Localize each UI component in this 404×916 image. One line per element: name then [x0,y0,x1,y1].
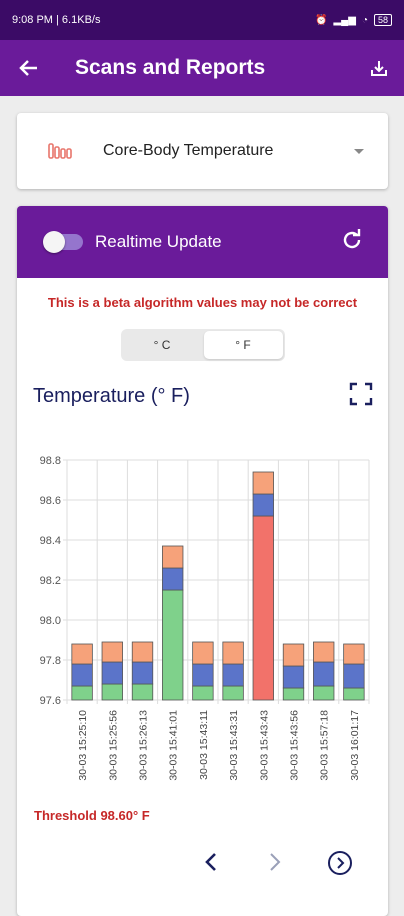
bar-segment-blue [222,663,244,687]
bar-segment-orange [71,643,93,665]
temperature-chart: 97.6 97.8 98.0 98.2 98.4 98.6 98.8 30-03 15:25:… [40,455,370,781]
previous-arrow-icon[interactable] [203,850,219,879]
y-tick-label: 98.4 [40,535,61,547]
threshold-label: Threshold 98.60° F [34,808,150,823]
bar-segment-blue [252,493,274,517]
y-tick-label: 97.6 [40,695,61,707]
metric-selector[interactable]: Core-Body Temperature [17,113,388,189]
battery-icon: 58 [373,14,392,26]
y-tick-label: 98.8 [40,455,61,467]
unit-celsius[interactable]: ° C [123,331,202,359]
app-bar: Scans and Reports [0,40,404,96]
bar-segment-red [252,515,274,701]
bar-segment-orange [222,641,244,665]
bar-segment-orange [131,641,154,663]
x-tick-label: 30-03 15:41:01 [168,710,180,781]
bar-segment-green [282,687,305,701]
x-tick-label: 30-03 15:43:43 [258,710,270,781]
x-tick-label: 30-03 15:43:31 [228,710,240,781]
wifi-icon: ◔ [361,14,368,26]
x-tick-label: 30-03 15:25:10 [77,710,89,781]
bar-segment-blue [282,665,305,689]
bar-segment-green [192,685,214,701]
bar-segment-orange [192,641,214,665]
back-arrow-icon[interactable] [0,58,58,78]
refresh-icon[interactable] [340,228,364,257]
bar-segment-green [313,685,335,701]
x-tick-label: 30-03 15:43:56 [289,710,301,781]
download-icon[interactable] [354,59,404,77]
bar-segment-blue [131,661,154,685]
bar-segment-orange [101,641,123,663]
unit-toggle: ° C ° F [120,329,285,361]
page-title: Scans and Reports [75,56,266,79]
bar-segment-blue [162,567,184,591]
x-tick-label: 30-03 16:01:17 [349,710,361,781]
card-header: Realtime Update [17,206,388,278]
bar-segment-orange [282,643,305,667]
chevron-down-icon [354,148,364,154]
bar-segment-orange [343,643,365,665]
unit-fahrenheit[interactable]: ° F [203,331,283,359]
selected-metric: Core-Body Temperature [103,142,274,159]
x-tick-label: 30-03 15:57:18 [319,710,331,781]
alarm-icon: ⏰ [315,14,328,26]
chart-title: Temperature (° F) [33,385,190,407]
beta-warning: This is a beta algorithm values may not … [47,295,358,310]
bar-segment-orange [313,641,335,663]
status-icons: ⏰ ▂▄▆ ◔ 58 [315,14,392,26]
y-tick-label: 98.0 [40,615,61,627]
bar-segment-green [131,683,154,701]
report-card: Realtime Update This is a beta algorithm… [17,206,388,916]
bar-segment-green [162,589,184,701]
signal-icon: ▂▄▆ [333,14,356,26]
next-arrow-icon[interactable] [267,850,283,879]
chart-header: Temperature (° F) [33,382,373,411]
fullscreen-icon[interactable] [349,382,373,411]
bar-segment-green [343,687,365,701]
pager [17,844,388,884]
bar-segment-orange [162,545,184,569]
status-bar: 9:08 PM | 6.1KB/s ⏰ ▂▄▆ ◔ 58 [0,0,404,40]
bar-segment-blue [71,663,93,687]
y-tick-label: 98.2 [40,575,61,587]
bar-segment-green [71,685,93,701]
status-time: 9:08 PM | 6.1KB/s [12,14,101,26]
realtime-label: Realtime Update [95,232,222,251]
bar-segment-green [101,683,123,701]
bar-segment-orange [252,471,274,495]
y-tick-label: 97.8 [40,655,61,667]
y-tick-label: 98.6 [40,495,61,507]
bar-segment-blue [101,661,123,685]
bar-segment-blue [192,663,214,687]
bar-segment-blue [343,663,365,689]
bar-segment-blue [313,661,335,687]
next-page-circle-icon[interactable] [327,850,353,881]
x-tick-label: 30-03 15:26:13 [138,710,150,781]
realtime-toggle[interactable] [43,231,83,253]
bar-segment-green [222,685,244,701]
bar-chart-icon [47,138,73,165]
x-tick-label: 30-03 15:25:56 [107,710,119,781]
x-tick-label: 30-03 15:43:11 [198,710,210,780]
